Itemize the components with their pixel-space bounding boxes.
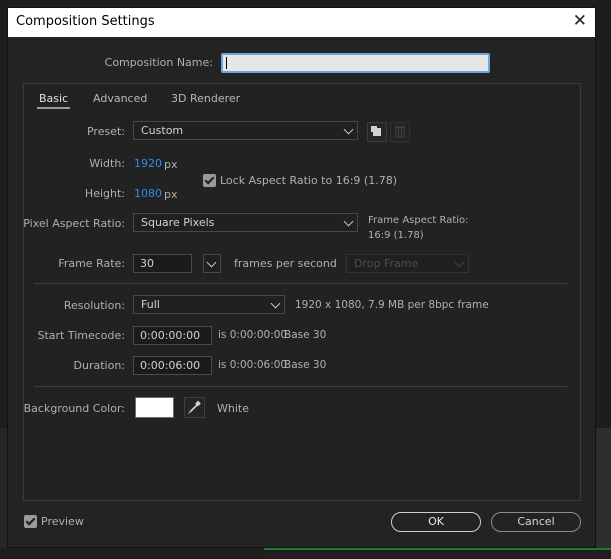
background-color-label: Background Color: — [23, 402, 125, 415]
duration-value: 0:00:06:00 — [140, 359, 201, 372]
resolution-dropdown[interactable]: Full — [133, 295, 285, 314]
save-preset-button[interactable] — [367, 122, 387, 142]
background-app-strip-right — [596, 428, 611, 548]
start-timecode-label: Start Timecode: — [37, 329, 125, 342]
preset-label: Preset: — [86, 125, 125, 138]
height-unit: px — [164, 188, 178, 201]
preset-value: Custom — [141, 124, 184, 137]
settings-panel: Basic Advanced 3D Renderer Preset: Custo… — [23, 83, 581, 501]
chevron-down-icon — [343, 124, 354, 135]
start-timecode-base: Base 30 — [284, 329, 327, 341]
lock-aspect-checkbox[interactable] — [203, 174, 216, 187]
frame-rate-value: 30 — [140, 257, 154, 270]
background-app-panel-left — [0, 428, 7, 548]
pixel-aspect-label: Pixel Aspect Ratio: — [23, 217, 125, 230]
window-title: Composition Settings — [16, 14, 155, 29]
start-timecode-info: is 0:00:00:00 — [218, 329, 288, 341]
frame-aspect-value: 16:9 (1.78) — [368, 230, 424, 241]
ok-button[interactable]: OK — [391, 512, 481, 532]
height-label: Height: — [84, 187, 125, 200]
duration-input[interactable]: 0:00:06:00 — [133, 356, 212, 375]
delete-preset-button[interactable] — [390, 122, 410, 142]
background-color-swatch[interactable] — [135, 397, 174, 418]
frame-rate-label: Frame Rate: — [58, 257, 125, 270]
drop-frame-dropdown: Drop Frame — [346, 254, 469, 273]
tab-basic[interactable]: Basic — [36, 92, 71, 109]
close-icon[interactable]: ✕ — [573, 11, 587, 31]
composition-settings-dialog: Composition Settings ✕ Composition Name:… — [7, 7, 596, 548]
chevron-down-icon — [206, 257, 217, 268]
background-timeline-bar — [264, 548, 611, 559]
chevron-down-icon — [270, 298, 281, 309]
preview-label: Preview — [41, 515, 84, 528]
background-color-name: White — [217, 402, 249, 415]
eyedropper-button[interactable] — [184, 397, 205, 418]
lock-aspect-label: Lock Aspect Ratio to 16:9 (1.78) — [220, 174, 397, 187]
divider — [34, 386, 567, 387]
frame-rate-input[interactable]: 30 — [133, 254, 192, 273]
width-value[interactable]: 1920 — [134, 157, 162, 170]
pixel-aspect-value: Square Pixels — [141, 216, 215, 229]
duration-label: Duration: — [73, 359, 125, 372]
divider — [34, 283, 567, 284]
start-timecode-value: 0:00:00:00 — [140, 329, 201, 342]
tab-3d-renderer[interactable]: 3D Renderer — [171, 92, 240, 105]
composition-name-input[interactable] — [221, 53, 490, 73]
frame-rate-dropdown[interactable] — [203, 254, 221, 273]
pixel-aspect-dropdown[interactable]: Square Pixels — [133, 213, 358, 232]
preset-dropdown[interactable]: Custom — [133, 121, 358, 140]
cancel-button[interactable]: Cancel — [491, 512, 581, 532]
title-bar: Composition Settings ✕ — [8, 8, 595, 37]
resolution-info: 1920 x 1080, 7.9 MB per 8bpc frame — [295, 299, 489, 311]
tab-advanced[interactable]: Advanced — [93, 92, 147, 105]
save-preset-icon — [371, 126, 381, 136]
width-label: Width: — [89, 157, 125, 170]
frame-aspect-label: Frame Aspect Ratio: — [368, 215, 469, 226]
composition-name-label: Composition Name: — [104, 56, 213, 69]
width-unit: px — [164, 158, 178, 171]
duration-info: is 0:00:06:00 — [218, 359, 288, 371]
drop-frame-value: Drop Frame — [354, 257, 419, 270]
start-timecode-input[interactable]: 0:00:00:00 — [133, 326, 212, 345]
chevron-down-icon — [343, 216, 354, 227]
preview-checkbox[interactable] — [24, 515, 37, 528]
text-caret — [226, 57, 227, 69]
frame-rate-unit: frames per second — [234, 257, 337, 270]
height-value[interactable]: 1080 — [134, 187, 162, 200]
eyedropper-icon — [188, 400, 201, 414]
resolution-label: Resolution: — [63, 299, 125, 312]
resolution-value: Full — [141, 298, 160, 311]
trash-icon — [395, 126, 405, 138]
duration-base: Base 30 — [284, 359, 327, 371]
chevron-down-icon — [454, 257, 465, 268]
